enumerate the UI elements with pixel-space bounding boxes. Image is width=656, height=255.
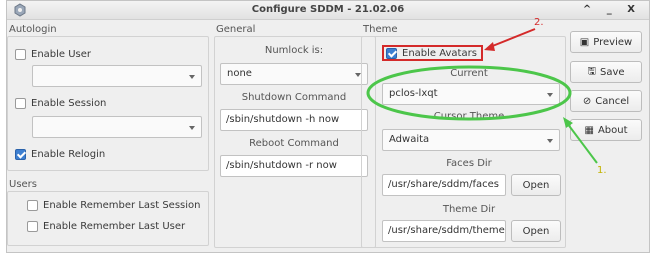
cancel-label: Cancel	[595, 95, 630, 107]
remember-last-session-label: Enable Remember Last Session	[43, 199, 201, 211]
enable-relogin-row[interactable]: Enable Relogin	[15, 147, 105, 161]
about-label: About	[597, 124, 628, 136]
enable-session-checkbox[interactable]	[15, 97, 26, 109]
remember-last-session-row[interactable]: Enable Remember Last Session	[27, 198, 200, 212]
cursor-theme-label: Cursor Theme	[433, 111, 505, 122]
shutdown-command-label: Shutdown Command	[241, 92, 347, 103]
save-label: Save	[599, 66, 625, 78]
about-button[interactable]: ▦ About	[570, 119, 642, 141]
enable-user-row[interactable]: Enable User	[15, 47, 91, 61]
cursor-theme-value: Adwaita	[389, 134, 430, 145]
current-theme-label: Current	[450, 68, 488, 79]
faces-dir-value: /usr/share/sddm/faces	[388, 179, 500, 190]
maximize-button[interactable]: ^	[583, 4, 597, 15]
remember-last-user-label: Enable Remember Last User	[43, 220, 186, 232]
theme-dir-open-button[interactable]: Open	[511, 220, 561, 242]
enable-avatars-label: Enable Avatars	[402, 47, 477, 59]
current-theme-combo[interactable]: pclos-lxqt	[382, 83, 560, 105]
chevron-down-icon	[547, 93, 553, 97]
theme-dir-label: Theme Dir	[442, 204, 496, 215]
save-icon: 🖫	[587, 65, 596, 77]
enable-user-label: Enable User	[31, 48, 92, 60]
window-controls: ^ _ X	[583, 4, 641, 15]
reboot-command-input[interactable]: /sbin/shutdown -r now	[220, 155, 368, 177]
shutdown-command-value: /sbin/shutdown -h now	[226, 114, 340, 125]
remember-last-user-checkbox[interactable]	[27, 220, 38, 232]
preview-label: Preview	[593, 36, 633, 48]
remember-last-user-row[interactable]: Enable Remember Last User	[27, 219, 185, 233]
enable-avatars-row[interactable]: Enable Avatars	[382, 45, 483, 61]
current-theme-value: pclos-lxqt	[389, 88, 438, 99]
title-bar[interactable]: Configure SDDM - 21.02.06 ^ _ X	[7, 1, 649, 20]
remember-last-session-checkbox[interactable]	[27, 199, 38, 211]
shutdown-command-input[interactable]: /sbin/shutdown -h now	[220, 109, 368, 131]
preview-icon: ▣	[579, 36, 590, 48]
chevron-down-icon	[189, 75, 195, 79]
users-title: Users	[9, 179, 38, 190]
enable-user-checkbox[interactable]	[15, 48, 26, 60]
preview-button[interactable]: ▣ Preview	[570, 31, 642, 53]
autologin-user-combo[interactable]	[32, 65, 202, 87]
annotation-label-1: 1.	[597, 165, 607, 176]
enable-avatars-checkbox[interactable]	[386, 47, 397, 59]
cancel-button[interactable]: ⊘ Cancel	[570, 90, 642, 112]
autologin-title: Autologin	[9, 24, 57, 35]
about-icon: ▦	[584, 124, 594, 136]
save-button[interactable]: 🖫 Save	[570, 61, 642, 83]
autologin-session-combo[interactable]	[32, 116, 202, 138]
annotation-label-2: 2.	[534, 17, 544, 28]
close-button[interactable]: X	[627, 4, 641, 15]
reboot-command-label: Reboot Command	[249, 138, 339, 149]
enable-session-row[interactable]: Enable Session	[15, 96, 106, 110]
theme-dir-value: /usr/share/sddm/themes	[388, 225, 506, 236]
general-title: General	[216, 24, 256, 35]
configure-sddm-window: Configure SDDM - 21.02.06 ^ _ X Autologi…	[6, 0, 650, 253]
minimize-button[interactable]: _	[607, 4, 618, 15]
numlock-label: Numlock is:	[264, 45, 324, 56]
window-title: Configure SDDM - 21.02.06	[251, 4, 405, 15]
chevron-down-icon	[547, 139, 553, 143]
enable-relogin-label: Enable Relogin	[31, 148, 106, 160]
numlock-value: none	[227, 68, 252, 79]
theme-title: Theme	[363, 24, 398, 35]
cursor-theme-combo[interactable]: Adwaita	[382, 129, 560, 151]
faces-dir-input[interactable]: /usr/share/sddm/faces	[382, 174, 506, 196]
numlock-combo[interactable]: none	[220, 63, 368, 85]
reboot-command-value: /sbin/shutdown -r now	[226, 160, 337, 171]
enable-relogin-checkbox[interactable]	[15, 148, 26, 160]
faces-open-button[interactable]: Open	[511, 174, 561, 196]
cancel-icon: ⊘	[582, 95, 592, 107]
enable-session-label: Enable Session	[31, 97, 107, 109]
chevron-down-icon	[189, 126, 195, 130]
faces-dir-label: Faces Dir	[446, 158, 492, 169]
theme-dir-input[interactable]: /usr/share/sddm/themes	[382, 220, 506, 242]
